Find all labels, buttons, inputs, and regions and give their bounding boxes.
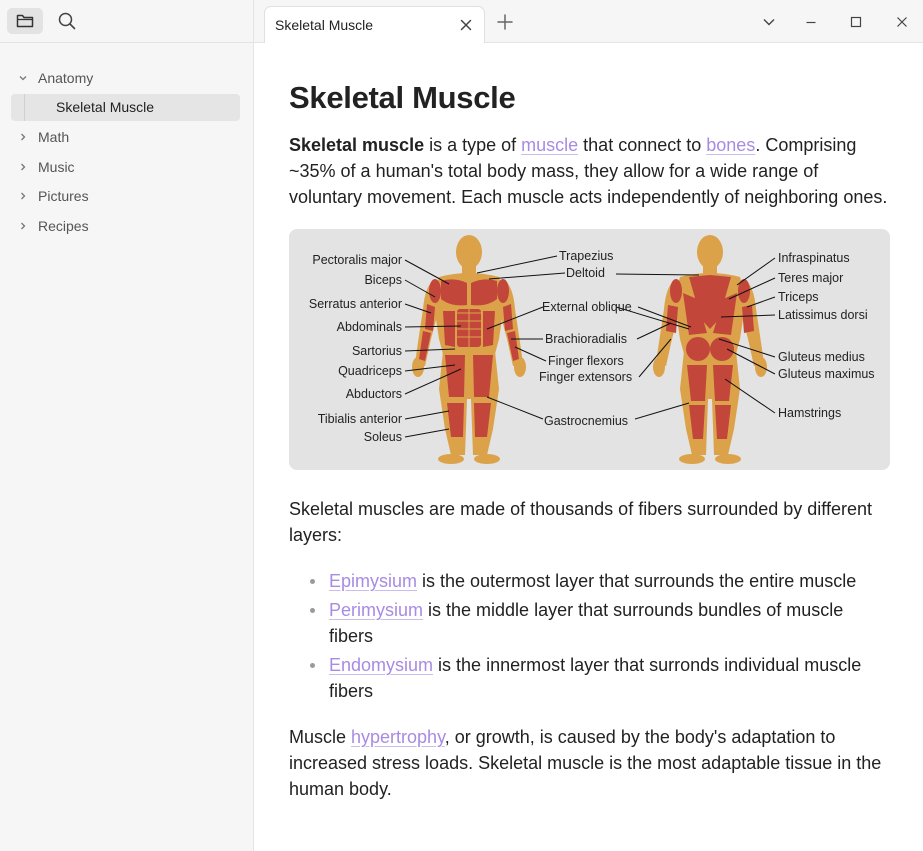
tree-folder-label: Music — [38, 158, 75, 175]
close-icon[interactable] — [458, 17, 474, 33]
link-perimysium[interactable]: Perimysium — [329, 600, 423, 620]
search-button[interactable] — [49, 8, 85, 34]
tree-folder-label: Anatomy — [38, 69, 94, 86]
diagram-label: Serratus anterior — [309, 297, 402, 311]
diagram-label: External oblique — [542, 300, 632, 314]
chevron-right-icon — [21, 192, 26, 200]
diagram-label: Abductors — [346, 387, 402, 401]
file-tree: Anatomy Skeletal Muscle Math Music Pictu… — [0, 43, 253, 241]
note-content: Skeletal Muscle Skeletal muscle is a typ… — [289, 43, 890, 802]
tab-list-button[interactable] — [759, 12, 779, 32]
diagram-label: Brachioradialis — [545, 332, 627, 346]
diagram-label: Soleus — [364, 430, 402, 444]
chevron-down-icon — [763, 19, 775, 26]
diagram-label: Abdominals — [337, 320, 402, 334]
diagram-label: Gluteus medius — [778, 350, 865, 364]
intro-paragraph: Skeletal muscle is a type of muscle that… — [289, 132, 890, 210]
diagram-label: Deltoid — [566, 266, 605, 280]
layers-intro-paragraph: Skeletal muscles are made of thousands o… — [289, 499, 872, 545]
list-item: Epimysium is the outermost layer that su… — [310, 568, 890, 594]
diagram-label: Infraspinatus — [778, 251, 850, 265]
layers-list: Epimysium is the outermost layer that su… — [289, 568, 890, 704]
minimize-button[interactable] — [801, 12, 821, 32]
files-view-button[interactable] — [7, 8, 43, 34]
tree-folder-label: Recipes — [38, 217, 89, 234]
paragraph-text: Muscle — [289, 727, 352, 747]
intro-bold: Skeletal muscle — [289, 135, 425, 155]
close-window-button[interactable] — [892, 12, 912, 32]
sidebar-toolbar — [0, 0, 253, 43]
chevron-right-icon — [21, 133, 26, 141]
maximize-icon — [850, 16, 862, 28]
diagram-label: Finger flexors — [548, 354, 624, 368]
tree-folder-label: Math — [38, 129, 70, 146]
tree-folder-label: Pictures — [38, 188, 89, 205]
diagram-label: Triceps — [778, 290, 819, 304]
link-muscle[interactable]: muscle — [521, 135, 578, 155]
front-body-figure — [412, 235, 526, 464]
tree-folder-recipes[interactable]: Recipes — [0, 211, 253, 241]
chevron-right-icon — [21, 222, 26, 230]
link-epimysium[interactable]: Epimysium — [329, 571, 417, 591]
back-body-figure — [653, 235, 767, 464]
diagram-label: Biceps — [364, 273, 402, 287]
search-icon — [58, 12, 76, 30]
page-title: Skeletal Muscle — [289, 80, 516, 115]
diagram-label: Pectoralis major — [312, 253, 402, 267]
plus-icon[interactable] — [495, 12, 515, 32]
list-item: Endomysium is the innermost layer that s… — [310, 652, 890, 704]
tab-label: Skeletal Muscle — [275, 17, 374, 33]
diagram-label: Finger extensors — [539, 370, 632, 384]
intro-text: is a type of — [424, 135, 522, 155]
tab-skeletal-muscle[interactable]: Skeletal Muscle — [264, 6, 485, 43]
minimize-icon — [806, 21, 816, 24]
list-item-text: is the outermost layer that surrounds th… — [417, 571, 857, 591]
diagram-label: Hamstrings — [778, 406, 841, 420]
diagram-label: Teres major — [778, 271, 843, 285]
link-bones[interactable]: bones — [706, 135, 755, 155]
diagram-label: Latissimus dorsi — [778, 308, 868, 322]
chevron-right-icon — [21, 163, 26, 171]
hypertrophy-paragraph: Muscle hypertrophy, or growth, is caused… — [289, 724, 890, 802]
diagram-label: Gluteus maximus — [778, 367, 875, 381]
sidebar: Anatomy Skeletal Muscle Math Music Pictu… — [0, 0, 254, 851]
tree-file-label: Skeletal Muscle — [56, 99, 155, 115]
tree-folder-pictures[interactable]: Pictures — [0, 182, 253, 212]
tree-file-skeletal-muscle[interactable]: Skeletal Muscle — [11, 93, 240, 121]
chevron-down-icon — [19, 75, 27, 81]
folder-icon — [16, 14, 34, 28]
maximize-button[interactable] — [846, 12, 866, 32]
tab-bar: Skeletal Muscle — [254, 0, 923, 43]
diagram-label: Sartorius — [352, 344, 402, 358]
close-icon — [897, 17, 907, 27]
tree-folder-music[interactable]: Music — [0, 152, 253, 182]
tree-folder-anatomy[interactable]: Anatomy — [0, 63, 253, 93]
diagram-label: Trapezius — [559, 249, 613, 263]
muscle-diagram-svg: Pectoralis major Biceps Serratus anterio… — [309, 235, 875, 464]
diagram-label: Quadriceps — [338, 364, 402, 378]
diagram-label: Tibialis anterior — [318, 412, 402, 426]
muscle-diagram: Pectoralis major Biceps Serratus anterio… — [289, 229, 890, 470]
link-hypertrophy[interactable]: hypertrophy — [351, 727, 445, 747]
tree-folder-math[interactable]: Math — [0, 123, 253, 153]
link-endomysium[interactable]: Endomysium — [329, 655, 433, 675]
intro-text: that connect to — [578, 135, 707, 155]
diagram-label: Gastrocnemius — [544, 414, 628, 428]
list-item: Perimysium is the middle layer that surr… — [310, 597, 890, 649]
